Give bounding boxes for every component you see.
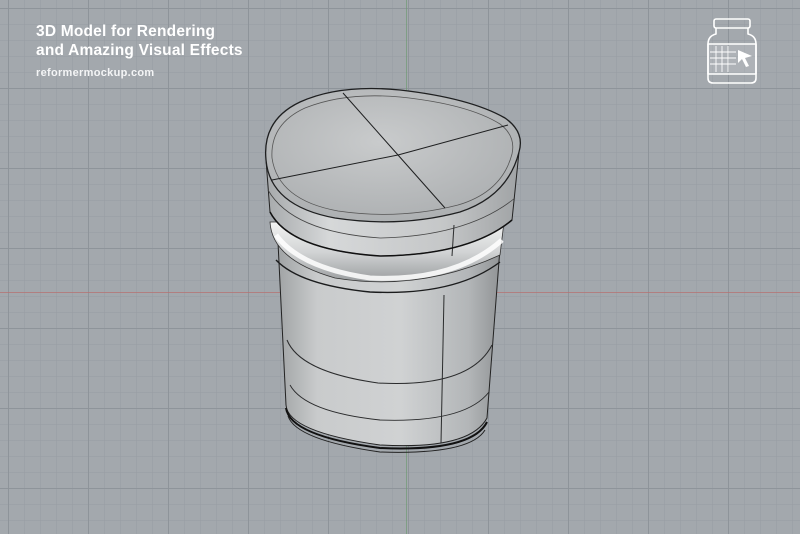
jar-3d-model[interactable] — [0, 0, 800, 534]
jar-cap — [264, 87, 522, 257]
